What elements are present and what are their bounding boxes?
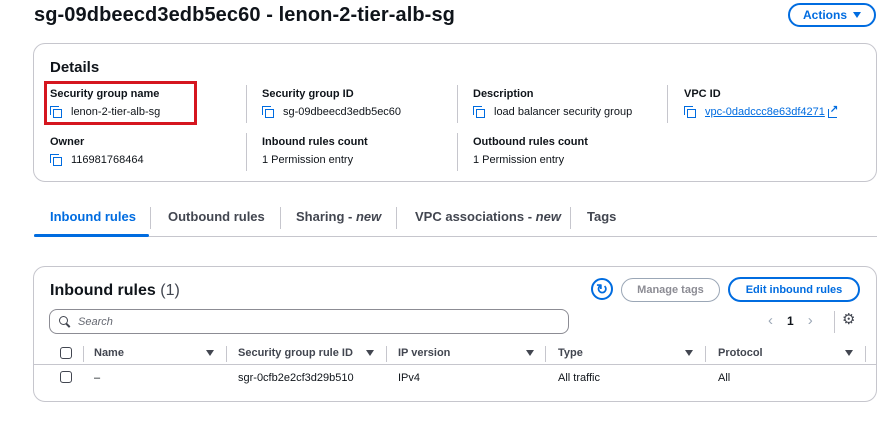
column-divider — [246, 85, 247, 123]
tab-sharing[interactable]: Sharing - new — [296, 209, 381, 224]
active-tab-indicator — [34, 234, 149, 237]
column-header-type[interactable]: Type — [558, 347, 583, 359]
field-label: Inbound rules count — [262, 136, 368, 148]
external-link-icon[interactable] — [827, 103, 838, 118]
field-owner: Owner 116981768464 — [50, 135, 144, 167]
sort-icon[interactable] — [685, 350, 693, 356]
gear-icon[interactable]: ⚙ — [842, 312, 855, 327]
field-vpc-id: VPC ID vpc-0dadccc8e63df4271 — [684, 87, 838, 119]
inbound-rules-heading: Inbound rules (1) — [50, 282, 180, 299]
tab-bar: Inbound rules Outbound rules Sharing - n… — [34, 203, 877, 237]
copy-icon[interactable] — [262, 106, 274, 118]
tab-separator — [150, 207, 151, 229]
details-panel: Details Security group name lenon-2-tier… — [33, 43, 877, 182]
pagination: ‹ 1 › — [768, 313, 813, 328]
column-divider — [457, 85, 458, 123]
column-separator — [386, 346, 387, 362]
column-header-ip-version[interactable]: IP version — [398, 347, 450, 359]
table-row[interactable]: – sgr-0cfb2e2cf3d29b510 IPv4 All traffic… — [34, 366, 876, 390]
tab-separator — [570, 207, 571, 229]
select-all-checkbox[interactable] — [60, 347, 72, 359]
table-header: Name Security group rule ID IP version T… — [34, 343, 876, 365]
tab-tags[interactable]: Tags — [587, 209, 616, 224]
tab-outbound-rules[interactable]: Outbound rules — [168, 209, 265, 224]
details-heading: Details — [50, 59, 100, 76]
current-page-number[interactable]: 1 — [787, 314, 794, 328]
field-security-group-name: Security group name lenon-2-tier-alb-sg — [50, 87, 160, 119]
field-value: 1 Permission entry — [262, 154, 354, 166]
caret-down-icon — [853, 12, 861, 18]
column-divider — [457, 133, 458, 171]
actions-button-label: Actions — [802, 8, 847, 22]
field-value: sg-09dbeecd3edb5ec60 — [283, 106, 402, 118]
field-label: Owner — [50, 136, 85, 148]
column-header-rule-id[interactable]: Security group rule ID — [238, 347, 353, 359]
column-separator — [545, 346, 546, 362]
cell-name: – — [94, 372, 101, 384]
cell-rule-id: sgr-0cfb2e2cf3d29b510 — [238, 372, 354, 384]
tab-inbound-rules[interactable]: Inbound rules — [50, 209, 136, 224]
field-value: 1 Permission entry — [473, 154, 565, 166]
cell-protocol: All — [718, 372, 731, 384]
sort-icon[interactable] — [366, 350, 374, 356]
column-header-name[interactable]: Name — [94, 347, 124, 359]
inbound-rules-panel: Inbound rules (1) ↻ Manage tags Edit inb… — [33, 266, 877, 402]
chevron-right-icon[interactable]: › — [808, 313, 813, 328]
field-value: 116981768464 — [71, 154, 144, 166]
manage-tags-button[interactable]: Manage tags — [621, 278, 720, 302]
rules-count: (1) — [160, 282, 180, 299]
column-separator — [83, 346, 84, 362]
column-separator — [705, 346, 706, 362]
search-input[interactable]: Search — [49, 309, 569, 334]
field-value: load balancer security group — [494, 106, 633, 118]
field-inbound-rules-count: Inbound rules count 1 Permission entry — [262, 135, 368, 167]
copy-icon[interactable] — [473, 106, 485, 118]
refresh-icon: ↻ — [596, 280, 608, 297]
actions-button[interactable]: Actions — [788, 3, 876, 27]
column-separator — [865, 346, 866, 362]
search-placeholder: Search — [78, 315, 113, 328]
tab-separator — [396, 207, 397, 229]
tab-separator — [280, 207, 281, 229]
field-label: Outbound rules count — [473, 136, 588, 148]
field-description: Description load balancer security group — [473, 87, 632, 119]
copy-icon[interactable] — [50, 106, 62, 118]
field-security-group-id: Security group ID sg-09dbeecd3edb5ec60 — [262, 87, 401, 119]
vpc-id-link[interactable]: vpc-0dadccc8e63df4271 — [705, 105, 825, 119]
sort-icon[interactable] — [526, 350, 534, 356]
tab-vpc-associations[interactable]: VPC associations - new — [415, 209, 561, 224]
search-icon — [59, 316, 70, 327]
field-label: Security group name — [50, 88, 160, 100]
pagination-divider — [834, 311, 835, 333]
column-divider — [246, 133, 247, 171]
column-separator — [226, 346, 227, 362]
sort-icon[interactable] — [206, 350, 214, 356]
copy-icon[interactable] — [50, 154, 62, 166]
cell-ip-version: IPv4 — [398, 372, 421, 384]
chevron-left-icon[interactable]: ‹ — [768, 313, 773, 328]
page-title: sg-09dbeecd3edb5ec60 - lenon-2-tier-alb-… — [34, 4, 455, 26]
field-label: Security group ID — [262, 88, 354, 100]
sort-icon[interactable] — [845, 350, 853, 356]
field-label: VPC ID — [684, 88, 721, 100]
column-header-protocol[interactable]: Protocol — [718, 347, 763, 359]
field-outbound-rules-count: Outbound rules count 1 Permission entry — [473, 135, 588, 167]
refresh-button[interactable]: ↻ — [591, 278, 613, 300]
column-divider — [667, 85, 668, 123]
cell-type: All traffic — [558, 372, 600, 384]
field-label: Description — [473, 88, 534, 100]
copy-icon[interactable] — [684, 106, 696, 118]
field-value: lenon-2-tier-alb-sg — [71, 106, 161, 118]
edit-inbound-rules-button[interactable]: Edit inbound rules — [728, 277, 860, 302]
row-checkbox[interactable] — [60, 371, 72, 383]
